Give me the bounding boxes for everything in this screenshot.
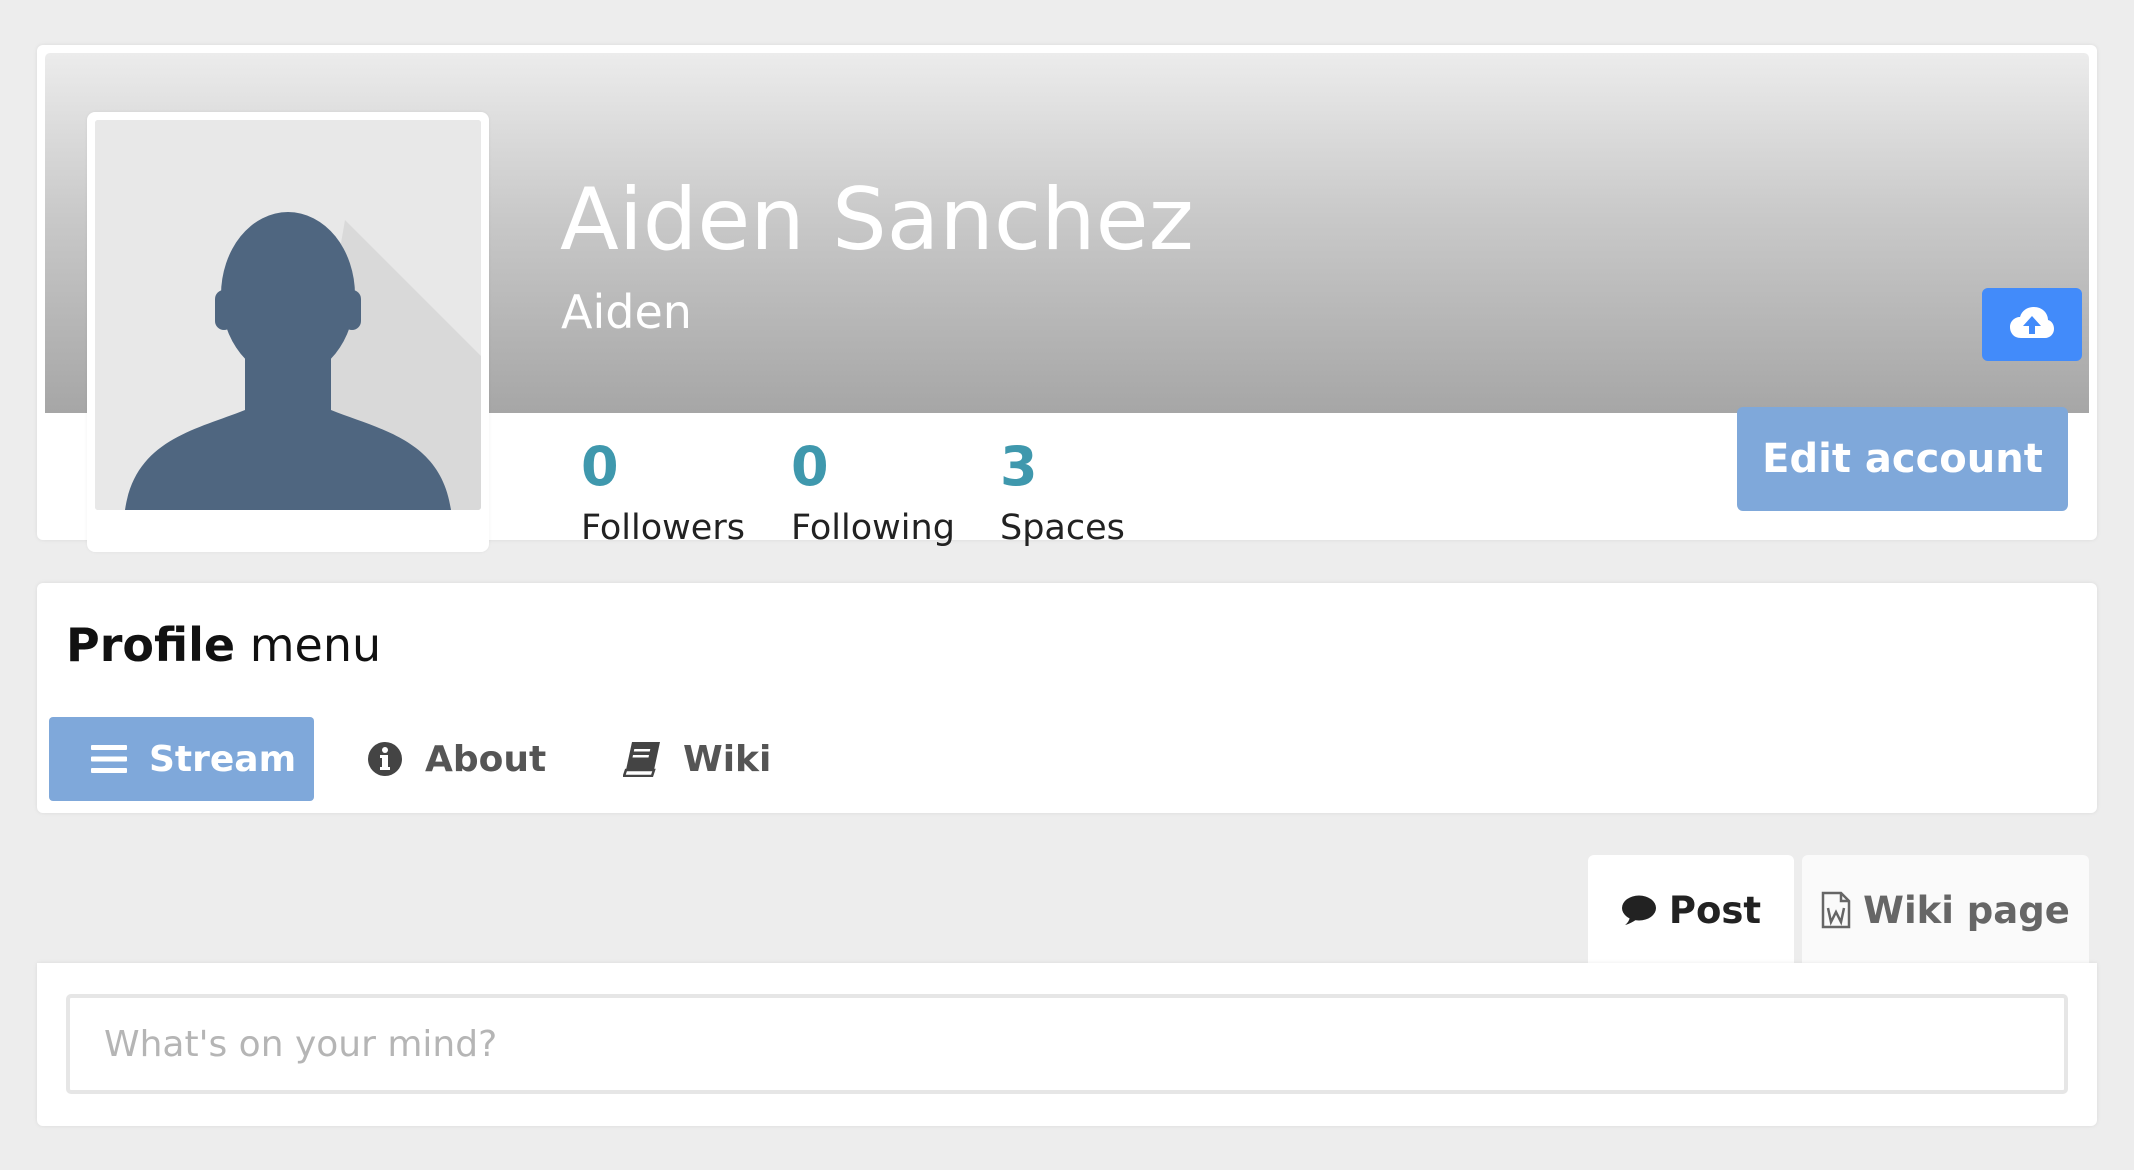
tab-wiki-page-label: Wiki page [1863, 888, 2070, 932]
bars-icon [91, 744, 127, 774]
avatar-frame[interactable] [87, 112, 489, 552]
tab-post[interactable]: Post [1588, 855, 1794, 965]
post-input[interactable] [66, 994, 2068, 1094]
profile-display-name: Aiden Sanchez [560, 170, 1194, 270]
profile-header-card: Aiden Sanchez Aiden 0 Followers 0 Follow… [37, 45, 2097, 552]
profile-menu-title-bold: Profile [66, 618, 236, 672]
stat-spaces[interactable]: 3 Spaces [1000, 435, 1125, 549]
stat-followers-value: 0 [581, 435, 619, 498]
profile-menu-card: Profile menu Stream About Wiki [37, 583, 2097, 813]
menu-item-wiki[interactable]: Wiki [623, 717, 771, 801]
profile-username: Aiden [561, 285, 692, 339]
comment-icon [1621, 894, 1657, 926]
banner-upload-button[interactable] [1982, 288, 2082, 361]
stat-followers-label: Followers [581, 508, 745, 548]
tab-wiki-page[interactable]: Wiki page [1802, 855, 2089, 965]
profile-menu-title-rest: menu [249, 618, 382, 672]
menu-item-wiki-label: Wiki [683, 738, 772, 780]
info-circle-icon [367, 741, 403, 777]
stat-following[interactable]: 0 Following [791, 435, 955, 549]
stat-following-label: Following [791, 508, 955, 548]
stat-spaces-label: Spaces [1000, 508, 1125, 548]
profile-menu-title: Profile menu [66, 618, 381, 672]
book-icon [623, 741, 661, 777]
composer-card [37, 963, 2097, 1126]
tab-post-label: Post [1668, 888, 1762, 932]
menu-item-stream-label: Stream [149, 738, 297, 780]
cloud-upload-icon [2009, 306, 2055, 344]
stat-spaces-value: 3 [1000, 435, 1038, 498]
stat-following-value: 0 [791, 435, 829, 498]
menu-item-stream[interactable]: Stream [49, 717, 314, 801]
menu-item-about-label: About [425, 738, 547, 780]
stat-followers[interactable]: 0 Followers [581, 435, 745, 549]
word-file-icon [1821, 891, 1851, 929]
edit-account-button[interactable]: Edit account [1737, 407, 2068, 511]
avatar [95, 120, 481, 510]
menu-item-about[interactable]: About [367, 717, 546, 801]
